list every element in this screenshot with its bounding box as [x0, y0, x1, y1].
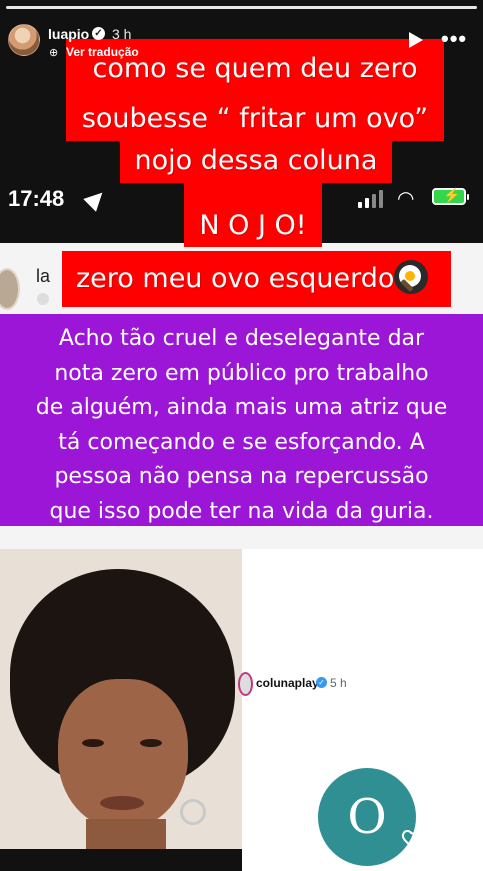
wifi-icon: ◠ — [397, 188, 415, 210]
red-caption-last-text: zero meu ovo esquerdo — [76, 263, 395, 294]
purple-caption-line-6: que isso pode ter na vida da guria. — [49, 498, 434, 524]
play-icon[interactable] — [409, 32, 423, 48]
purple-caption: Acho tão cruel e deselegante dar nota ze… — [0, 314, 483, 526]
see-translation-link[interactable]: Ver tradução — [66, 45, 139, 59]
story-header: luapio ✓ 3 h ⊕ Ver tradução ••• — [0, 14, 483, 70]
user-avatar[interactable] — [8, 24, 40, 56]
red-caption-line-2: soubesse “ fritar um ovo” — [66, 99, 444, 141]
username[interactable]: luapio — [48, 26, 89, 42]
cellular-signal-icon — [358, 190, 384, 208]
earring-shape — [180, 799, 206, 825]
coluna-logo-circle: O — [318, 768, 416, 866]
purple-caption-line-5: pessoa não pensa na repercussão — [54, 464, 429, 489]
post-card-header: colunaplay ✓ 5 h — [238, 670, 483, 696]
charging-bolt-icon: ⚡ — [443, 187, 461, 203]
post-card-verified-icon: ✓ — [316, 677, 327, 688]
right-eye-shape — [140, 739, 162, 747]
left-eye-shape — [82, 739, 104, 747]
purple-caption-line-3: de alguém, ainda mais uma atriz que — [35, 395, 448, 420]
like-heart-icon[interactable] — [401, 826, 425, 850]
woman-portrait-photo — [0, 549, 242, 871]
post-meta-dot — [37, 293, 49, 305]
lips-shape — [100, 796, 144, 810]
verified-badge-icon: ✓ — [92, 27, 105, 40]
purple-caption-line-1: Acho tão cruel e deselegante dar — [58, 326, 425, 351]
red-caption-line-4: N O J O! — [184, 183, 322, 247]
post-card-avatar — [238, 672, 253, 696]
more-options-icon[interactable]: ••• — [441, 26, 467, 52]
red-caption-line-3: nojo dessa coluna — [120, 141, 392, 183]
share-send-icon[interactable] — [441, 826, 465, 850]
post-card-account: colunaplay — [256, 676, 319, 690]
post-card-time: 5 h — [330, 676, 347, 690]
purple-caption-line-4: tá começando e se esforçando. A — [58, 429, 425, 455]
post-author-name: la — [36, 266, 51, 286]
progress-segment — [6, 6, 477, 9]
frying-pan-egg-icon — [394, 259, 429, 294]
status-bar-time: 17:48 — [8, 186, 65, 211]
shirt-shape — [0, 849, 242, 871]
story-time: 3 h — [112, 26, 132, 42]
translate-icon: ⊕ — [49, 47, 59, 59]
purple-caption-line-2: nota zero em público pro trabalho — [54, 360, 429, 386]
red-caption-last: zero meu ovo esquerdo — [62, 251, 451, 307]
story-progress-bar — [6, 6, 477, 9]
